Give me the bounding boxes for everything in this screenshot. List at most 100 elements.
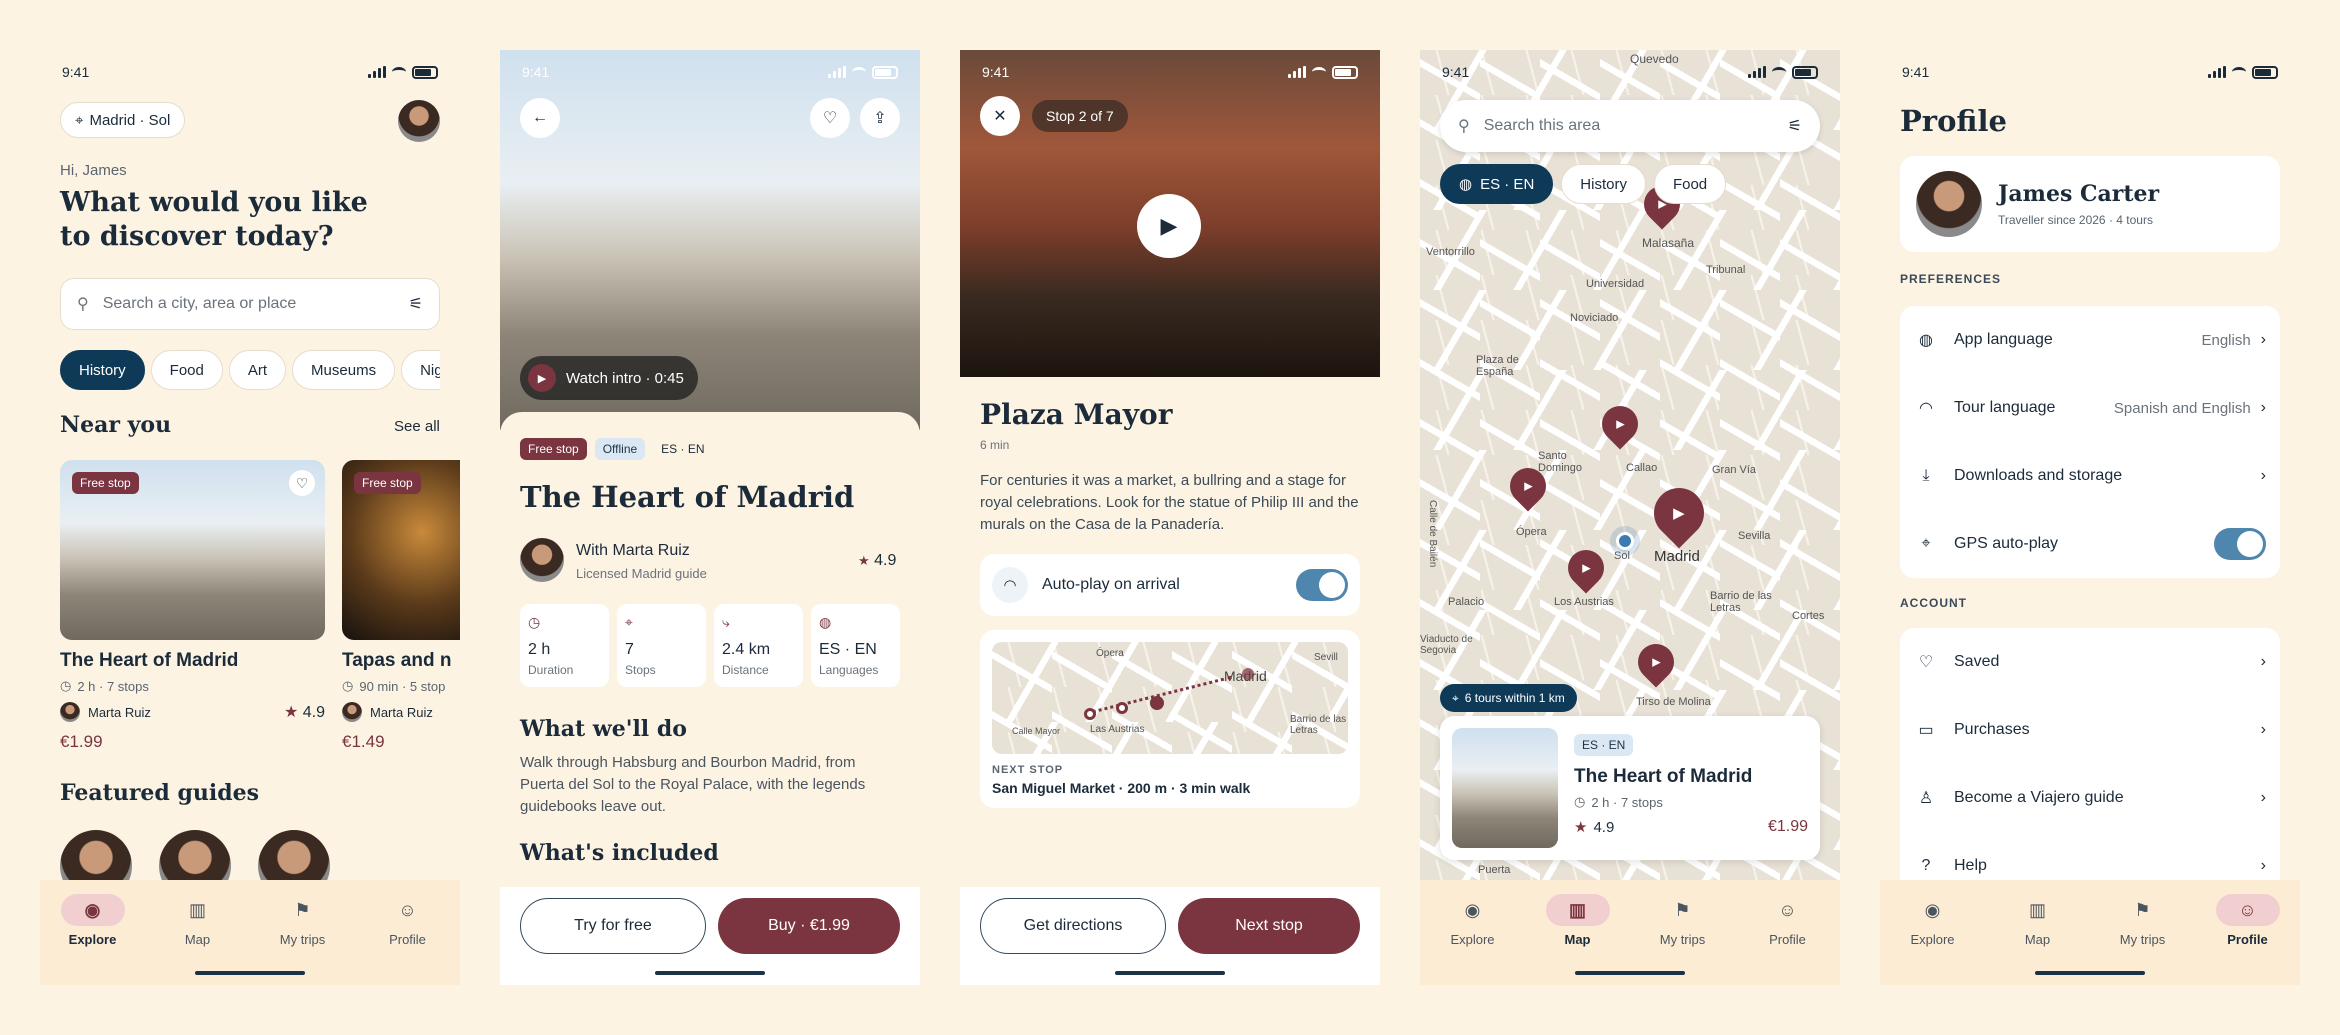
- tour-language-row[interactable]: ◠ Tour language Spanish and English ›: [1900, 374, 2280, 442]
- search-bar[interactable]: ⚲ Search a city, area or place ⚟: [60, 278, 440, 330]
- user-avatar[interactable]: [398, 100, 440, 142]
- tab-profile[interactable]: ☺ Profile: [2208, 894, 2288, 985]
- app-language-row[interactable]: ◍ App language English ›: [1900, 306, 2280, 374]
- stat-languages: ◍ ES · EN Languages: [811, 604, 900, 687]
- tour-price: €1.99: [1767, 818, 1808, 835]
- globe-icon: ◍: [1459, 176, 1473, 193]
- tour-title: The Heart of Madrid: [520, 480, 855, 514]
- status-bar: 9:41: [1880, 60, 2300, 84]
- next-stop-card[interactable]: Ópera Madrid Las Austrias Sevill Barrio …: [980, 630, 1360, 808]
- chip-history[interactable]: History: [60, 350, 145, 390]
- map-label: Malasaña: [1642, 236, 1695, 250]
- tab-profile[interactable]: ☺ Profile: [1748, 894, 1828, 985]
- heart-icon[interactable]: ♡: [810, 98, 850, 138]
- map-search-bar[interactable]: ⚲ Search this area ⚟: [1440, 100, 1820, 152]
- pin-icon: ⌖: [1452, 690, 1459, 705]
- tour-pin-selected[interactable]: ▶: [1643, 477, 1715, 549]
- back-arrow-icon[interactable]: ←: [520, 98, 560, 138]
- tour-pin[interactable]: ▶: [1630, 636, 1682, 688]
- chip-museums[interactable]: Museums: [292, 350, 396, 390]
- next-stop-button[interactable]: Next stop: [1178, 898, 1360, 954]
- filter-icon[interactable]: ⚟: [409, 294, 423, 314]
- tab-profile[interactable]: ☺ Profile: [368, 894, 448, 985]
- autoplay-toggle[interactable]: [1296, 569, 1348, 601]
- map-tour-card[interactable]: ES · EN The Heart of Madrid ◷ 2 h · 7 sto…: [1440, 716, 1820, 860]
- map-label: Tirso de Molina: [1636, 696, 1711, 708]
- stats-row: ◷ 2 h Duration ⌖ 7 Stops ⤷ 2.4 km Distance ◍ ES…: [520, 604, 900, 687]
- bookmark-icon: ⚑: [2134, 899, 2151, 920]
- profile-card[interactable]: James Carter Traveller since 2026 · 4 to…: [1900, 156, 2280, 252]
- search-icon: ⚲: [1458, 118, 1470, 135]
- tour-photo: Free stop ♡: [60, 460, 325, 640]
- guide-avatar[interactable]: [520, 538, 564, 582]
- search-icon: ⚲: [77, 296, 89, 313]
- chevron-right-icon: ›: [2260, 399, 2266, 416]
- share-icon[interactable]: ⇪: [860, 98, 900, 138]
- autoplay-row: ◠ Auto-play on arrival: [980, 554, 1360, 616]
- home-indicator: [655, 971, 765, 975]
- category-chips: History Food Art Museums Nig: [60, 350, 440, 390]
- tab-explore[interactable]: ◉ Explore: [1893, 894, 1973, 985]
- chip-history[interactable]: History: [1561, 164, 1646, 204]
- chip-language[interactable]: ◍ ES · EN: [1440, 164, 1554, 204]
- tour-card[interactable]: Free stop Tapas and n ◷ 90 min · 5 stop M…: [342, 460, 460, 752]
- search-input[interactable]: Search this area: [1484, 117, 1788, 135]
- what-we-do-text: Walk through Habsburg and Bourbon Madrid…: [520, 754, 866, 815]
- autoplay-label: Auto-play on arrival: [1042, 576, 1180, 593]
- user-avatar: [1916, 171, 1982, 237]
- tour-card[interactable]: Free stop ♡ The Heart of Madrid ◷ 2 h · 7…: [60, 460, 325, 752]
- user-subtitle: Traveller since 2026 · 4 tours: [1998, 213, 2153, 227]
- gps-toggle[interactable]: [2214, 528, 2266, 560]
- play-button[interactable]: ▶: [1137, 194, 1201, 258]
- account-label: ACCOUNT: [1900, 596, 1967, 610]
- purchases-row[interactable]: ▭ Purchases ›: [1900, 696, 2280, 764]
- tours-nearby-pill: ⌖ 6 tours within 1 km: [1440, 684, 1577, 712]
- location-pill[interactable]: ⌖ Madrid · Sol: [60, 102, 186, 138]
- filter-icon[interactable]: ⚟: [1788, 116, 1802, 136]
- person-icon: ☺: [1778, 899, 1797, 920]
- downloads-row[interactable]: ⤓ Downloads and storage ›: [1900, 442, 2280, 510]
- map-label: Calle de Bailén: [1427, 500, 1438, 568]
- battery-icon: [1792, 65, 1818, 79]
- map-label: Barrio de las Letras: [1710, 590, 1772, 614]
- tab-explore[interactable]: ◉ Explore: [53, 894, 133, 985]
- preferences-label: PREFERENCES: [1900, 272, 2002, 286]
- bookmark-icon: ⚑: [1674, 899, 1691, 920]
- chevron-right-icon: ›: [2260, 331, 2266, 348]
- chip-food[interactable]: Food: [150, 350, 223, 390]
- close-icon[interactable]: ✕: [980, 96, 1020, 136]
- tour-title: The Heart of Madrid: [1574, 766, 1753, 787]
- see-all-link[interactable]: See all: [394, 418, 440, 435]
- wifi-icon: [1312, 67, 1326, 77]
- chip-food[interactable]: Food: [1653, 164, 1727, 204]
- watch-intro-button[interactable]: ▶ Watch intro · 0:45: [520, 356, 698, 400]
- map-label: Sevill: [1314, 652, 1338, 663]
- stop-title: Plaza Mayor: [980, 398, 1173, 431]
- chip-art[interactable]: Art: [228, 350, 287, 390]
- get-directions-button[interactable]: Get directions: [980, 898, 1166, 954]
- tab-explore[interactable]: ◉ Explore: [1433, 894, 1513, 985]
- buy-button[interactable]: Buy · €1.99: [718, 898, 900, 954]
- tour-pin[interactable]: ▶: [1560, 542, 1612, 594]
- map-label: Ópera: [1516, 526, 1547, 538]
- chip-nightlife[interactable]: Nig: [401, 350, 440, 390]
- person-icon: ☺: [398, 899, 417, 920]
- help-icon: ?: [1921, 857, 1931, 874]
- globe-icon: ◍: [1919, 332, 1933, 349]
- language-badge: ES · EN: [661, 442, 705, 456]
- gps-autoplay-row: ⌖ GPS auto-play: [1900, 510, 2280, 578]
- saved-row[interactable]: ♡ Saved ›: [1900, 628, 2280, 696]
- map-label: Ópera: [1096, 648, 1124, 659]
- map-chips: ◍ ES · EN History Food: [1440, 164, 1727, 204]
- battery-icon: [1332, 65, 1358, 79]
- chevron-right-icon: ›: [2260, 653, 2266, 670]
- heart-icon[interactable]: ♡: [289, 470, 315, 496]
- become-guide-row[interactable]: ♙ Become a Viajero guide ›: [1900, 764, 2280, 832]
- chevron-right-icon: ›: [2260, 467, 2266, 484]
- next-stop-label: NEXT STOP: [992, 764, 1064, 776]
- try-free-button[interactable]: Try for free: [520, 898, 706, 954]
- search-input[interactable]: Search a city, area or place: [103, 295, 409, 313]
- signal-icon: [1288, 66, 1306, 78]
- page-title: Profile: [1900, 104, 2007, 138]
- tour-pin[interactable]: ▶: [1594, 398, 1646, 450]
